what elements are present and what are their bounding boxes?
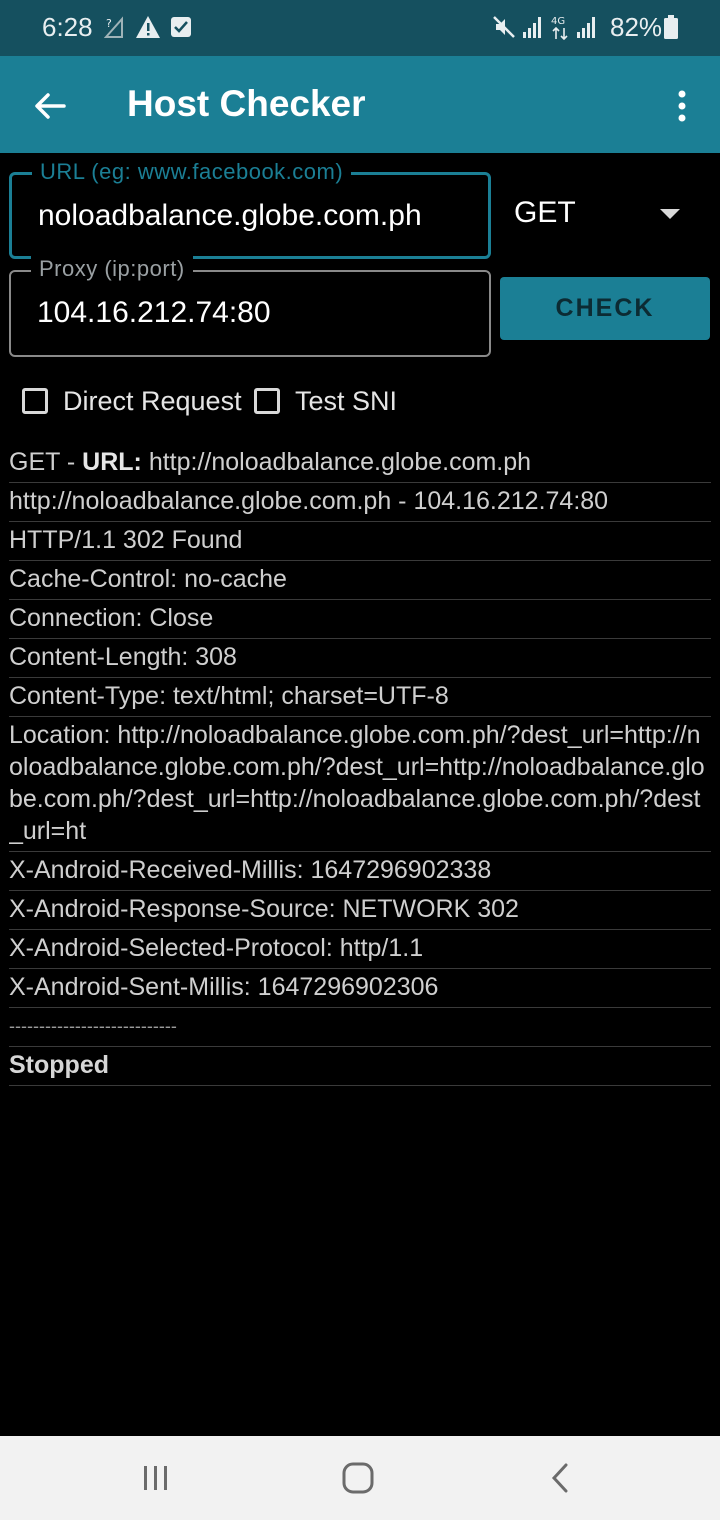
method-value: GET	[514, 196, 576, 229]
checkbox-notification-icon	[170, 14, 192, 40]
log-line: HTTP/1.1 302 Found	[9, 522, 711, 561]
log-line: X-Android-Selected-Protocol: http/1.1	[9, 930, 711, 969]
check-button[interactable]: CHECK	[500, 277, 710, 340]
method-dropdown[interactable]: GET	[514, 190, 694, 240]
test-sni-label: Test SNI	[295, 385, 398, 416]
url-field-label: URL (eg: www.facebook.com)	[32, 159, 352, 185]
log-request-line: GET - URL: http://noloadbalance.globe.co…	[9, 444, 711, 483]
log-separator: ----------------------------	[9, 1008, 711, 1047]
direct-request-checkbox[interactable]: Direct Request	[22, 384, 242, 418]
wifi-question-icon: ?	[104, 14, 126, 40]
log-status: Stopped	[9, 1047, 711, 1086]
back-arrow-icon[interactable]	[26, 82, 74, 130]
warning-icon	[135, 14, 161, 40]
battery-percent: 82%	[610, 12, 663, 42]
proxy-field[interactable]: Proxy (ip:port)	[9, 256, 491, 357]
log-line: http://noloadbalance.globe.com.ph - 104.…	[9, 483, 711, 522]
response-log: GET - URL: http://noloadbalance.globe.co…	[9, 444, 711, 1086]
svg-text:4G: 4G	[551, 16, 565, 27]
test-sni-checkbox[interactable]: Test SNI	[254, 384, 397, 418]
mute-icon	[492, 14, 516, 40]
overflow-menu-icon[interactable]	[662, 82, 702, 130]
log-line: X-Android-Response-Source: NETWORK 302	[9, 891, 711, 930]
log-line: X-Android-Received-Millis: 1647296902338	[9, 852, 711, 891]
log-line: Connection: Close	[9, 600, 711, 639]
back-nav-icon[interactable]	[538, 1456, 582, 1500]
status-bar: 6:28 ? 4G 82%	[0, 0, 720, 56]
log-line: Content-Type: text/html; charset=UTF-8	[9, 678, 711, 717]
page-title: Host Checker	[127, 83, 366, 124]
signal-icon	[576, 14, 598, 40]
proxy-input[interactable]	[37, 296, 479, 330]
url-input[interactable]	[38, 199, 478, 233]
proxy-field-label: Proxy (ip:port)	[31, 256, 193, 282]
log-line: X-Android-Sent-Millis: 1647296902306	[9, 969, 711, 1008]
signal-icon	[522, 14, 544, 40]
status-time: 6:28	[42, 12, 93, 42]
app-bar: Host Checker	[0, 56, 720, 153]
checkbox-icon[interactable]	[254, 388, 280, 414]
log-line: Cache-Control: no-cache	[9, 561, 711, 600]
battery-icon	[664, 14, 678, 40]
dropdown-arrow-icon	[660, 208, 680, 226]
navigation-bar	[0, 1436, 720, 1520]
url-field[interactable]: URL (eg: www.facebook.com)	[9, 159, 491, 259]
log-line: Content-Length: 308	[9, 639, 711, 678]
4g-icon: 4G	[551, 14, 569, 40]
home-icon[interactable]	[336, 1456, 380, 1500]
svg-text:?: ?	[106, 17, 112, 30]
log-line: Location: http://noloadbalance.globe.com…	[9, 717, 711, 852]
direct-request-label: Direct Request	[63, 385, 242, 416]
checkbox-icon[interactable]	[22, 388, 48, 414]
recent-apps-icon[interactable]	[134, 1456, 178, 1500]
